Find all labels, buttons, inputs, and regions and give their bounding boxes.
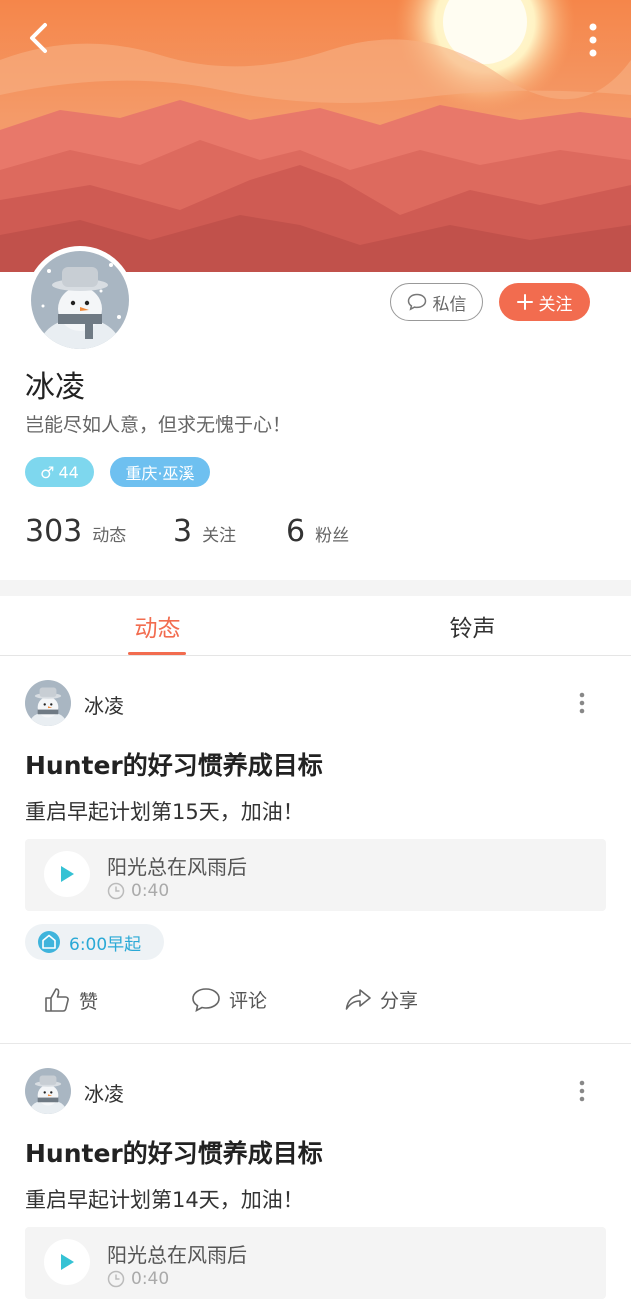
thumbs-up-icon xyxy=(45,988,69,1012)
age-label: 44 xyxy=(58,462,79,482)
audio-duration-label: 0:40 xyxy=(131,1269,170,1289)
profile-bio: 岂能尽如人意，但求无愧于心！ xyxy=(25,414,292,436)
more-vertical-icon xyxy=(579,692,585,714)
audio-title: 阳光总在风雨后 xyxy=(107,1243,247,1267)
share-button[interactable]: 分享 xyxy=(344,986,418,1013)
goal-badge[interactable]: 6:00早起 xyxy=(25,924,164,960)
post-card: 冰凌 Hunter的好习惯养成目标 重启早起计划第15天，加油！ 阳光总在风雨后… xyxy=(0,656,631,1043)
share-icon xyxy=(345,988,371,1010)
goal-label: 6:00早起 xyxy=(69,934,142,955)
active-tab-indicator xyxy=(128,652,186,655)
followers-count-value: 6 xyxy=(286,514,306,549)
play-icon xyxy=(61,1254,74,1270)
avatar[interactable] xyxy=(26,246,134,354)
share-label: 分享 xyxy=(380,990,419,1012)
post-more-button[interactable] xyxy=(572,1078,592,1104)
tab-bar: 动态 铃声 xyxy=(0,596,631,656)
posts-count[interactable]: 303 动态 xyxy=(25,514,126,549)
post-username[interactable]: 冰凌 xyxy=(84,690,124,719)
posts-count-value: 303 xyxy=(25,514,83,549)
chevron-left-icon xyxy=(30,23,47,53)
post-username[interactable]: 冰凌 xyxy=(84,1078,124,1107)
play-icon xyxy=(61,866,74,882)
followers-count-label: 粉丝 xyxy=(315,526,350,546)
gender-age-badge: ♂ 44 xyxy=(25,457,94,487)
location-badge: 重庆·巫溪 xyxy=(110,457,210,487)
private-message-button[interactable]: 私信 xyxy=(390,283,483,321)
audio-duration: 0:40 xyxy=(107,881,169,901)
play-button[interactable] xyxy=(44,1239,90,1285)
audio-player[interactable]: 阳光总在风雨后 0:40 xyxy=(25,839,606,911)
post-text: 重启早起计划第14天，加油！ xyxy=(25,1188,304,1212)
like-button[interactable]: 赞 xyxy=(43,986,98,1014)
more-options-button[interactable] xyxy=(583,20,603,60)
tab-activity[interactable]: 动态 xyxy=(100,596,215,656)
post-title[interactable]: Hunter的好习惯养成目标 xyxy=(25,746,323,782)
audio-duration: 0:40 xyxy=(107,1269,169,1289)
back-button[interactable] xyxy=(18,18,58,58)
comment-icon xyxy=(192,987,220,1012)
post-card: 冰凌 Hunter的好习惯养成目标 重启早起计划第14天，加油！ 阳光总在风雨后… xyxy=(0,1044,631,1299)
play-button[interactable] xyxy=(44,851,90,897)
snowman-avatar-image xyxy=(25,1068,71,1114)
plus-icon xyxy=(516,294,533,310)
section-divider xyxy=(0,580,631,596)
more-vertical-icon xyxy=(589,23,597,57)
post-avatar[interactable] xyxy=(25,680,71,726)
audio-title: 阳光总在风雨后 xyxy=(107,855,247,879)
tab-ringtones[interactable]: 铃声 xyxy=(415,596,530,656)
post-more-button[interactable] xyxy=(572,690,592,716)
snowman-avatar-image xyxy=(25,680,71,726)
posts-count-label: 动态 xyxy=(92,526,127,546)
more-vertical-icon xyxy=(579,1080,585,1102)
following-count-value: 3 xyxy=(173,514,193,549)
audio-duration-label: 0:40 xyxy=(131,881,170,901)
follow-button[interactable]: 关注 xyxy=(499,283,590,321)
post-avatar[interactable] xyxy=(25,1068,71,1114)
following-count-label: 关注 xyxy=(202,526,237,546)
clock-icon xyxy=(107,882,125,900)
audio-player[interactable]: 阳光总在风雨后 0:40 xyxy=(25,1227,606,1299)
comment-button[interactable]: 评论 xyxy=(191,986,267,1013)
private-message-label: 私信 xyxy=(432,294,467,315)
post-text: 重启早起计划第15天，加油！ xyxy=(25,800,304,824)
profile-name: 冰凌 xyxy=(25,370,85,405)
following-count[interactable]: 3 关注 xyxy=(173,514,236,549)
cover-image xyxy=(0,0,631,272)
post-title[interactable]: Hunter的好习惯养成目标 xyxy=(25,1134,323,1170)
clock-icon xyxy=(107,1270,125,1288)
follow-label: 关注 xyxy=(538,294,573,315)
like-label: 赞 xyxy=(79,990,99,1013)
goal-icon xyxy=(38,931,60,953)
snowman-avatar-image xyxy=(31,251,129,349)
followers-count[interactable]: 6 粉丝 xyxy=(286,514,349,549)
chat-bubble-icon xyxy=(407,293,426,311)
male-icon: ♂ xyxy=(40,462,55,482)
comment-label: 评论 xyxy=(229,990,268,1012)
